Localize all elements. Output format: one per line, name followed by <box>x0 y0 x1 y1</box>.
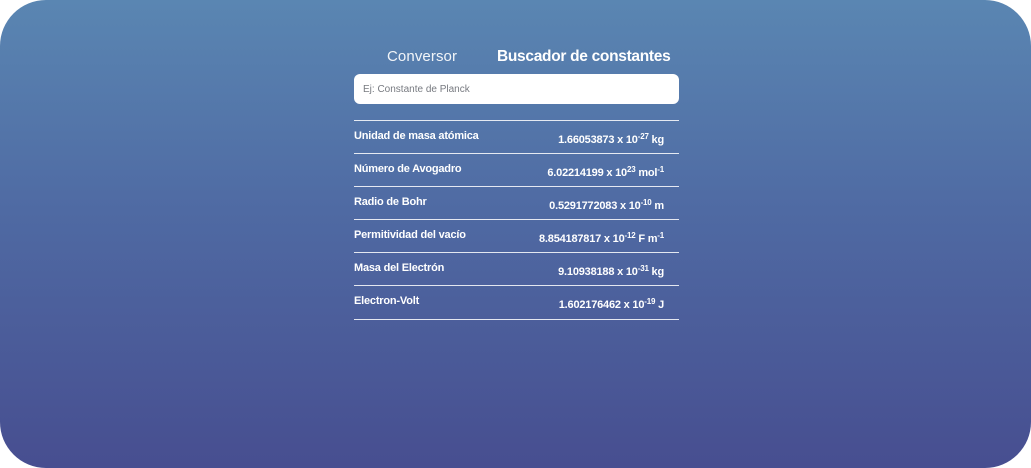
tab-conversor[interactable]: Conversor <box>387 48 457 65</box>
list-item[interactable]: Unidad de masa atómica 1.66053873 x 10-2… <box>354 121 679 154</box>
search-input[interactable] <box>354 74 679 104</box>
constant-value: 1.66053873 x 10-27 kg <box>558 132 664 147</box>
constant-name: Número de Avogadro <box>354 163 462 175</box>
constant-name: Unidad de masa atómica <box>354 130 479 142</box>
list-item[interactable]: Número de Avogadro 6.02214199 x 1023 mol… <box>354 154 679 187</box>
tab-bar: Conversor Buscador de constantes <box>354 48 679 70</box>
constant-value: 9.10938188 x 10-31 kg <box>558 264 664 279</box>
constants-list: Unidad de masa atómica 1.66053873 x 10-2… <box>354 120 679 320</box>
constant-name: Radio de Bohr <box>354 196 427 208</box>
app-window: Conversor Buscador de constantes Unidad … <box>0 0 1031 468</box>
constant-name: Permitividad del vacío <box>354 229 466 241</box>
constant-value: 6.02214199 x 1023 mol-1 <box>547 165 664 180</box>
constant-value: 8.854187817 x 10-12 F m-1 <box>539 231 664 246</box>
constant-name: Electron-Volt <box>354 295 420 307</box>
constant-value: 0.5291772083 x 10-10 m <box>549 198 664 213</box>
list-item[interactable]: Radio de Bohr 0.5291772083 x 10-10 m <box>354 187 679 220</box>
constant-value: 1.602176462 x 10-19 J <box>558 297 664 312</box>
constant-name: Masa del Electrón <box>354 262 445 274</box>
list-item[interactable]: Electron-Volt 1.602176462 x 10-19 J <box>354 286 679 320</box>
tab-buscador-de-constantes[interactable]: Buscador de constantes <box>497 48 671 66</box>
list-item[interactable]: Permitividad del vacío 8.854187817 x 10-… <box>354 220 679 253</box>
list-item[interactable]: Masa del Electrón 9.10938188 x 10-31 kg <box>354 253 679 286</box>
